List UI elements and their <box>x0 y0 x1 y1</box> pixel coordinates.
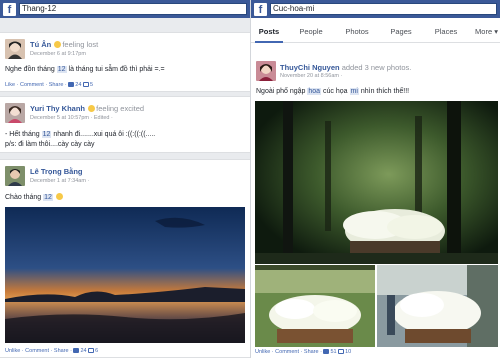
action-links[interactable]: Like · Comment · Share · <box>5 82 67 88</box>
highlight-term: 12 <box>41 131 52 138</box>
action-links[interactable]: Unlike · Comment · Share · <box>255 349 322 355</box>
post-author[interactable]: Yuri Thy Khanh feeling excited <box>30 104 144 113</box>
comment-count[interactable]: 6 <box>95 348 98 354</box>
post-timestamp[interactable]: November 20 at 8:56am · <box>280 73 342 79</box>
author-name[interactable]: Tú Ân <box>30 40 51 49</box>
tab-posts[interactable]: Posts <box>255 22 283 43</box>
highlight-term: 12 <box>43 194 53 201</box>
post-card: Tú Ân feeling lost December 6 at 9:17pm … <box>0 32 250 92</box>
smile-emoji-icon <box>55 193 63 200</box>
avatar[interactable] <box>5 166 25 186</box>
search-tabs: Posts People Photos Pages Places More ▾ <box>251 22 500 43</box>
like-count[interactable]: 24 <box>80 348 86 354</box>
highlight-term: hoa <box>307 88 322 95</box>
left-panel: f Thang-12 Tú Ân feeling lost December 6… <box>0 0 250 358</box>
avatar[interactable] <box>5 39 25 59</box>
post-text-part: cúc họa <box>321 88 350 95</box>
post-card: Lê Trọng Bằng December 1 at 7:34am · Chà… <box>0 159 250 358</box>
like-count[interactable]: 24 <box>75 82 81 88</box>
post-text: Ngoài phố ngập hoa cúc họa mi nhìn thích… <box>256 88 409 95</box>
post-text-part: nhìn thích thế!!! <box>358 88 410 95</box>
like-icon <box>323 349 330 354</box>
avatar[interactable] <box>5 103 25 123</box>
comment-icon <box>338 349 345 354</box>
author-name[interactable]: Yuri Thy Khanh <box>30 104 85 113</box>
top-bar: f Thang-12 <box>0 0 250 18</box>
post-actions: Unlike · Comment · Share · 51 10 <box>255 349 351 355</box>
search-input[interactable]: Thang-12 <box>19 3 247 15</box>
post-text-part: Nghe đồn tháng <box>5 66 57 73</box>
sad-emoji-icon <box>54 41 62 48</box>
avatar[interactable] <box>256 61 276 81</box>
search-input[interactable]: Cuc-hoa-mi <box>270 3 497 15</box>
comment-count[interactable]: 5 <box>90 82 93 88</box>
post-text: - Hết tháng 12 nhanh đi.......xui quá ôi… <box>5 131 155 138</box>
post-actions: Unlike · Comment · Share · 24 6 <box>5 348 98 354</box>
post-text-part: Ngoài phố ngập <box>256 88 308 95</box>
author-name[interactable]: Lê Trọng Bằng <box>30 167 83 176</box>
feeling-status: feeling lost <box>62 40 99 49</box>
post-author[interactable]: Lê Trọng Bằng <box>30 167 83 176</box>
post-text-line2: p/s: đi làm thôi....cày cày cày <box>5 141 95 148</box>
like-count[interactable]: 51 <box>330 349 336 355</box>
tab-places[interactable]: Places <box>431 22 461 43</box>
post-text: Nghe đồn tháng 12 là tháng tui sẫm đồ th… <box>5 66 165 73</box>
comment-icon <box>82 82 89 87</box>
sunset-photo[interactable] <box>5 207 245 343</box>
tab-photos[interactable]: Photos <box>341 22 373 43</box>
action-links[interactable]: Unlike · Comment · Share · <box>5 348 72 354</box>
post-text: Chào tháng 12 <box>5 193 64 201</box>
post-author[interactable]: ThuyChi Nguyen added 3 new photos. <box>280 63 411 72</box>
right-panel: f Cuc-hoa-mi Posts People Photos Pages P… <box>251 0 500 358</box>
excited-emoji-icon <box>88 105 96 112</box>
post-text-part: Chào tháng <box>5 194 44 201</box>
author-name[interactable]: ThuyChi Nguyen <box>280 63 340 72</box>
feeling-status: feeling excited <box>96 104 145 113</box>
post-actions: Like · Comment · Share · 24 5 <box>5 82 93 88</box>
highlight-term: 12 <box>56 66 67 73</box>
post-activity: added 3 new photos. <box>341 63 412 72</box>
like-icon <box>73 348 80 353</box>
tab-more[interactable]: More ▾ <box>473 22 500 43</box>
post-text-part: nhanh đi.......xui quá ôi :((:((:((..... <box>51 131 156 138</box>
like-icon <box>68 82 75 87</box>
tab-pages[interactable]: Pages <box>387 22 415 43</box>
post-text-part: là tháng tui sẫm đồ thì phải =.= <box>66 66 165 73</box>
comment-icon <box>88 348 95 353</box>
post-timestamp[interactable]: December 5 at 10:57pm · Edited · <box>30 115 113 121</box>
post-card: Yuri Thy Khanh feeling excited December … <box>0 96 250 153</box>
flower-photo-left[interactable] <box>255 265 375 347</box>
flower-photo-main[interactable] <box>255 101 498 264</box>
highlight-term: mi <box>349 88 359 95</box>
post-timestamp[interactable]: December 1 at 7:34am · <box>30 178 89 184</box>
tab-people[interactable]: People <box>295 22 327 43</box>
post-text-part: - Hết tháng <box>5 131 42 138</box>
facebook-logo-icon[interactable]: f <box>254 2 267 16</box>
flower-photo-right[interactable] <box>377 265 498 347</box>
post-timestamp[interactable]: December 6 at 9:17pm <box>30 51 86 57</box>
post-author[interactable]: Tú Ân feeling lost <box>30 40 98 49</box>
facebook-logo-icon[interactable]: f <box>3 2 16 16</box>
top-bar: f Cuc-hoa-mi <box>251 0 500 18</box>
comment-count[interactable]: 10 <box>345 349 351 355</box>
